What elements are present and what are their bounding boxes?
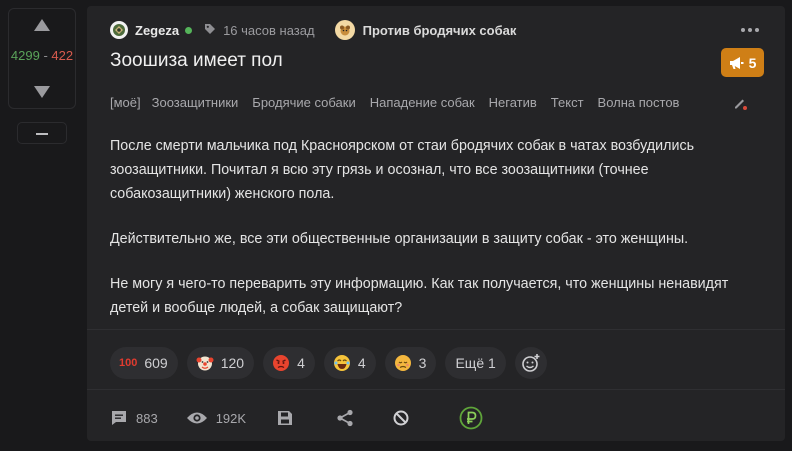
avatar-icon	[113, 24, 125, 36]
vote-plus-count: 4299	[10, 48, 40, 63]
collapse-button[interactable]	[17, 122, 67, 144]
more-reactions-button[interactable]: Ещё 1	[445, 347, 506, 379]
post-time[interactable]: 16 часов назад	[223, 23, 315, 38]
online-indicator	[185, 26, 193, 34]
vote-minus-count: 422	[51, 48, 74, 63]
add-emoji-icon	[521, 354, 540, 372]
reaction-count: 4	[297, 355, 305, 371]
tag-item[interactable]: [моё]	[110, 95, 141, 110]
reaction-count: 120	[220, 355, 245, 371]
post-card: Zegeza 16 часов назад Против бродячих со…	[87, 6, 785, 441]
save-button[interactable]	[276, 409, 302, 427]
sad-face-icon	[394, 354, 412, 372]
post-header: Zegeza 16 часов назад Против бродячих со…	[110, 19, 516, 41]
reaction-count: 609	[144, 355, 168, 371]
donate-button[interactable]	[459, 406, 491, 430]
reaction-clown[interactable]: 120	[186, 347, 255, 379]
angry-face-icon	[272, 354, 290, 372]
upvote-arrow-icon[interactable]	[34, 19, 50, 31]
reaction-count: 4	[357, 355, 366, 371]
author-name[interactable]: Zegeza	[135, 23, 179, 38]
vote-score: 4299 - 422	[9, 48, 75, 63]
tag-item[interactable]: Зоозащитники	[152, 95, 239, 110]
reaction-angry[interactable]: 4	[263, 347, 315, 379]
tag-item[interactable]: Бродячие собаки	[252, 95, 355, 110]
vote-panel: 4299 - 422	[8, 8, 76, 109]
divider	[87, 329, 785, 330]
tag-item[interactable]: Волна постов	[598, 95, 680, 110]
share-icon	[337, 409, 353, 427]
reaction-count: 3	[418, 355, 427, 371]
more-options-icon[interactable]	[740, 20, 760, 40]
edit-tags-icon[interactable]	[732, 95, 748, 116]
vote-separator: -	[43, 48, 48, 63]
share-button[interactable]	[336, 409, 362, 427]
clown-face-icon	[196, 354, 214, 372]
post-title[interactable]: Зоошиза имеет пол	[110, 50, 283, 72]
tag-icon	[204, 23, 216, 38]
tag-item[interactable]: Нападение собак	[370, 95, 475, 110]
reaction-hundred-points[interactable]: 100 609	[110, 347, 178, 379]
tag-item[interactable]: Негатив	[489, 95, 537, 110]
reactions-bar: 100 609 120 4 4 3 Ещё 1	[110, 347, 556, 379]
add-reaction-button[interactable]	[514, 347, 547, 379]
promo-count: 5	[748, 54, 757, 71]
comments-button[interactable]: 883	[110, 409, 158, 427]
community-avatar[interactable]	[334, 20, 355, 40]
avatar[interactable]	[110, 21, 128, 39]
reaction-laughing[interactable]: 4	[323, 347, 376, 379]
comment-icon	[112, 411, 126, 425]
ruble-coin-icon	[459, 406, 483, 430]
laughing-face-icon	[333, 354, 351, 372]
dog-icon	[339, 25, 350, 36]
divider	[87, 389, 785, 390]
body-paragraph: Действительно же, все эти общественные о…	[110, 231, 689, 247]
views-counter: 192K	[186, 410, 246, 426]
reaction-sad[interactable]: 3	[384, 347, 437, 379]
downvote-arrow-icon[interactable]	[34, 86, 50, 98]
hide-button[interactable]	[392, 409, 418, 427]
views-count: 192K	[215, 410, 247, 426]
tag-list: [моё] Зоозащитники Бродячие собаки Напад…	[110, 95, 693, 110]
post-body: После смерти мальчика под Красноярском о…	[110, 134, 730, 341]
post-footer: 883 192K	[110, 406, 491, 430]
body-paragraph: Не могу я чего-то переварить эту информа…	[110, 276, 729, 316]
eye-icon	[186, 412, 207, 424]
promo-badge[interactable]: 5	[721, 48, 764, 77]
body-paragraph: После смерти мальчика под Красноярском о…	[110, 138, 695, 202]
community-name[interactable]: Против бродячих собак	[363, 23, 517, 38]
comments-count: 883	[136, 410, 158, 426]
tag-item[interactable]: Текст	[551, 95, 584, 110]
block-icon	[393, 410, 409, 426]
megaphone-icon	[729, 56, 744, 69]
save-icon	[278, 411, 293, 425]
hundred-points-icon: 100	[119, 357, 138, 369]
